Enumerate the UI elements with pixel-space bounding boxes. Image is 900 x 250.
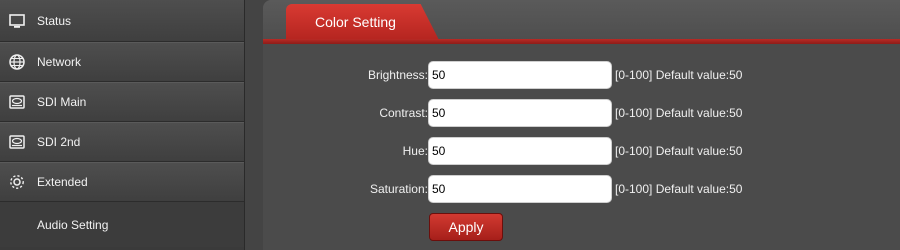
tab-underline — [263, 39, 900, 44]
sidebar-item-label: Extended — [37, 175, 88, 189]
hue-label: Hue: — [402, 144, 428, 158]
sidebar-subitem-audio-setting[interactable]: Audio Setting — [0, 202, 244, 247]
saturation-row: Saturation: [0-100] Default value:50 — [263, 175, 900, 203]
sidebar-item-label: SDI Main — [37, 95, 87, 109]
sidebar-item-label: Network — [37, 55, 82, 69]
brightness-label: Brightness: — [367, 68, 428, 82]
saturation-input[interactable] — [428, 175, 612, 203]
hue-input[interactable] — [428, 137, 612, 165]
brightness-hint: [0-100] Default value:50 — [615, 68, 743, 82]
apply-button[interactable]: Apply — [429, 213, 503, 241]
saturation-label: Saturation: — [369, 182, 428, 196]
globe-icon — [8, 53, 26, 71]
brightness-input[interactable] — [428, 61, 612, 89]
sidebar-item-sdi-main[interactable]: SDI Main — [0, 82, 244, 122]
tab-label: Color Setting — [315, 14, 396, 30]
contrast-label: Contrast: — [379, 106, 428, 120]
sidebar-subitem-label: Audio Setting — [37, 217, 109, 232]
tab-color-setting[interactable]: Color Setting — [286, 4, 439, 40]
sidebar-item-label: Status — [37, 13, 72, 28]
contrast-input[interactable] — [428, 99, 612, 127]
hue-row: Hue: [0-100] Default value:50 — [263, 137, 900, 165]
hard-drive-icon — [8, 133, 26, 151]
main-content: Color Setting Brightness: [0-100] Defaul… — [245, 0, 900, 250]
hue-hint: [0-100] Default value:50 — [615, 144, 743, 158]
sidebar-item-network[interactable]: Network — [0, 42, 244, 82]
sidebar-item-status[interactable]: Status — [0, 0, 244, 42]
contrast-hint: [0-100] Default value:50 — [615, 106, 743, 120]
contrast-row: Contrast: [0-100] Default value:50 — [263, 99, 900, 127]
hard-drive-icon — [8, 93, 26, 111]
settings-panel: Color Setting Brightness: [0-100] Defaul… — [263, 0, 900, 250]
sidebar-item-sdi-2nd[interactable]: SDI 2nd — [0, 122, 244, 162]
gear-icon — [8, 173, 26, 191]
sidebar-item-label: SDI 2nd — [37, 135, 81, 149]
saturation-hint: [0-100] Default value:50 — [615, 182, 743, 196]
brightness-row: Brightness: [0-100] Default value:50 — [263, 61, 900, 89]
monitor-icon — [8, 12, 26, 30]
sidebar: Status Network SDI Main SDI 2nd Extended… — [0, 0, 245, 250]
sidebar-item-extended[interactable]: Extended — [0, 162, 244, 202]
